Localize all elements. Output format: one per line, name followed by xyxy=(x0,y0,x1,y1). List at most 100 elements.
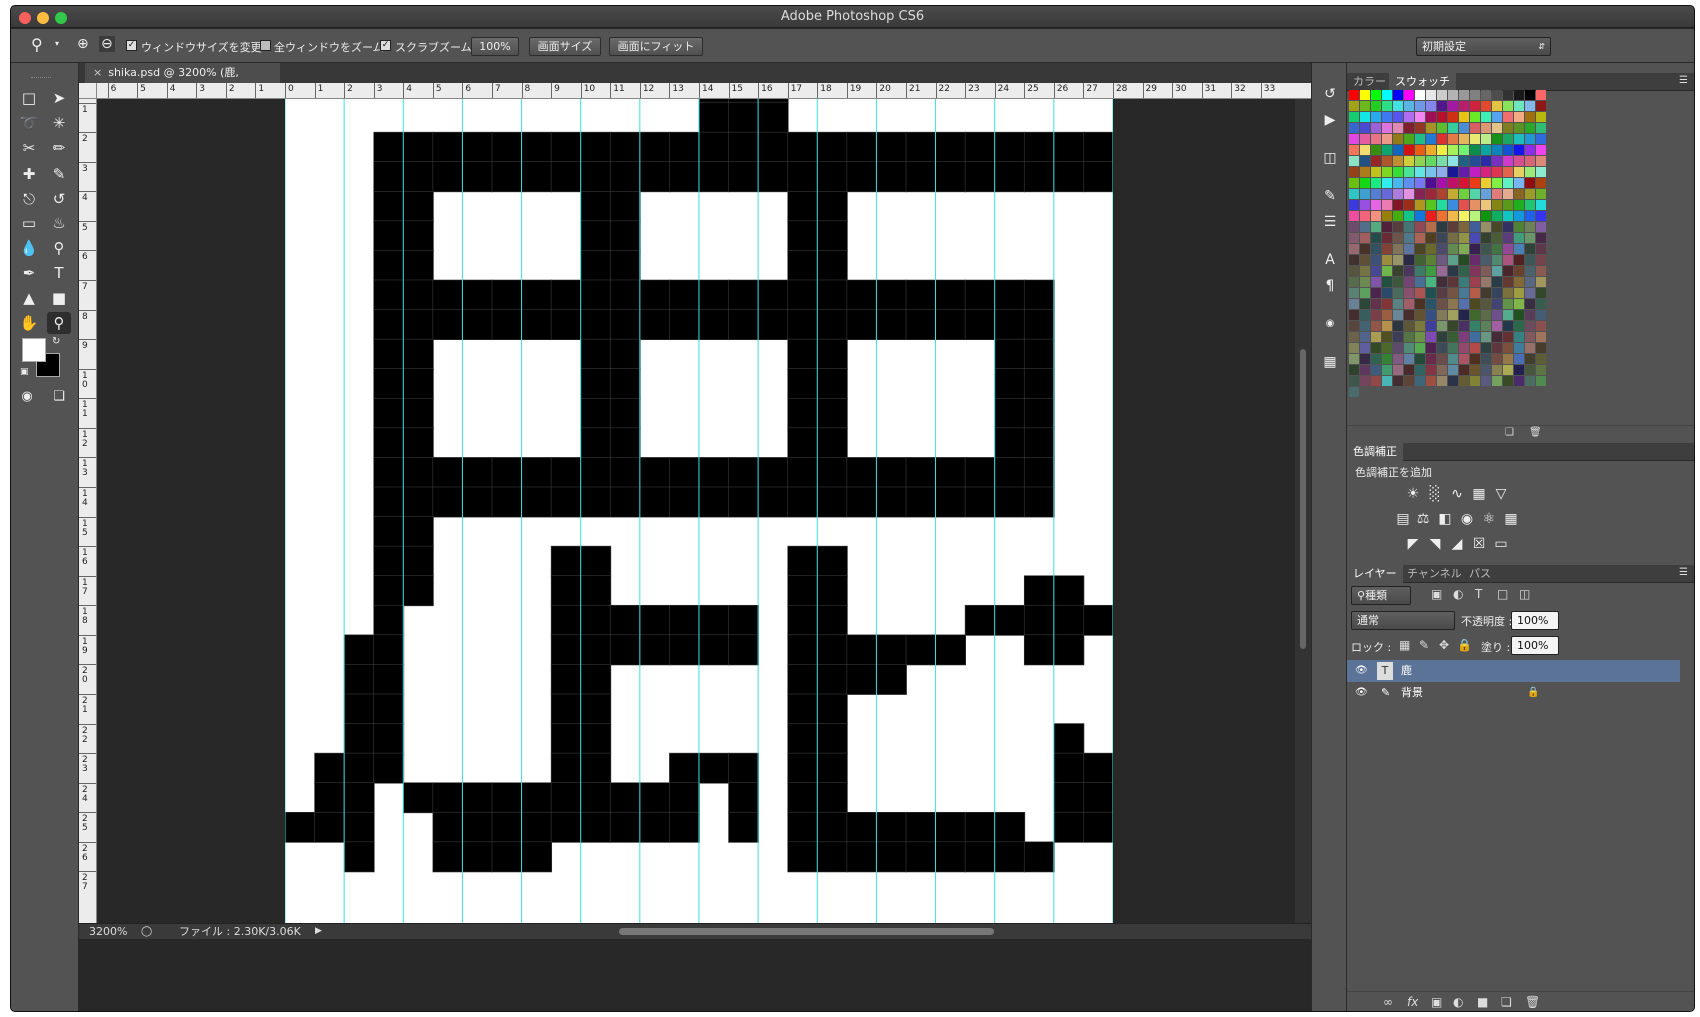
swatch[interactable] xyxy=(1404,244,1414,254)
swatch[interactable] xyxy=(1492,200,1502,210)
swatch[interactable] xyxy=(1437,167,1447,177)
paint-bucket-tool-icon[interactable]: ♨ xyxy=(47,212,71,234)
swatch[interactable] xyxy=(1349,244,1359,254)
swatch[interactable] xyxy=(1382,376,1392,386)
swatch[interactable] xyxy=(1360,277,1370,287)
swatch[interactable] xyxy=(1448,244,1458,254)
swatch[interactable] xyxy=(1470,233,1480,243)
swatch[interactable] xyxy=(1470,365,1480,375)
swatch[interactable] xyxy=(1514,288,1524,298)
swatch[interactable] xyxy=(1514,244,1524,254)
swatch[interactable] xyxy=(1382,145,1392,155)
swatch[interactable] xyxy=(1371,123,1381,133)
opacity-input[interactable]: 100% xyxy=(1511,611,1559,630)
new-swatch-icon[interactable]: ❏ xyxy=(1505,427,1514,438)
panel-grip[interactable] xyxy=(31,77,51,79)
swatch[interactable] xyxy=(1448,332,1458,342)
swatch[interactable] xyxy=(1382,277,1392,287)
swatch[interactable] xyxy=(1470,255,1480,265)
swatch[interactable] xyxy=(1349,156,1359,166)
history-panel-icon[interactable]: ↺ xyxy=(1317,83,1343,105)
filter-shape-icon[interactable]: □ xyxy=(1497,587,1508,601)
swatch[interactable] xyxy=(1349,266,1359,276)
swatch[interactable] xyxy=(1503,189,1513,199)
swatch[interactable] xyxy=(1448,222,1458,232)
swatch[interactable] xyxy=(1393,123,1403,133)
swatch[interactable] xyxy=(1481,255,1491,265)
swatch[interactable] xyxy=(1426,178,1436,188)
swatch[interactable] xyxy=(1371,321,1381,331)
swatch[interactable] xyxy=(1382,90,1392,100)
swatch[interactable] xyxy=(1470,343,1480,353)
hue-saturation-icon[interactable]: ▤ xyxy=(1393,510,1413,528)
gradient-map-icon[interactable]: ▭ xyxy=(1491,535,1511,553)
swatch[interactable] xyxy=(1448,365,1458,375)
swatch[interactable] xyxy=(1536,365,1546,375)
swatch[interactable] xyxy=(1448,376,1458,386)
swatch[interactable] xyxy=(1415,266,1425,276)
swatch[interactable] xyxy=(1481,222,1491,232)
swatch[interactable] xyxy=(1481,167,1491,177)
swatch[interactable] xyxy=(1360,145,1370,155)
swatch[interactable] xyxy=(1426,244,1436,254)
swatch[interactable] xyxy=(1525,233,1535,243)
swatch[interactable] xyxy=(1393,156,1403,166)
swatch[interactable] xyxy=(1382,299,1392,309)
swatch[interactable] xyxy=(1470,310,1480,320)
swatch[interactable] xyxy=(1470,112,1480,122)
swatch[interactable] xyxy=(1492,112,1502,122)
swatch[interactable] xyxy=(1481,123,1491,133)
swatch[interactable] xyxy=(1360,365,1370,375)
swatch[interactable] xyxy=(1426,354,1436,364)
swatch[interactable] xyxy=(1503,211,1513,221)
swatch[interactable] xyxy=(1371,189,1381,199)
swatch[interactable] xyxy=(1426,145,1436,155)
swatch[interactable] xyxy=(1349,134,1359,144)
pen-tool-icon[interactable]: ✒ xyxy=(17,262,41,284)
swatch[interactable] xyxy=(1536,167,1546,177)
swatch[interactable] xyxy=(1426,200,1436,210)
swatch[interactable] xyxy=(1459,200,1469,210)
swatch[interactable] xyxy=(1415,343,1425,353)
swatch[interactable] xyxy=(1503,167,1513,177)
magic-wand-tool-icon[interactable]: ✳ xyxy=(47,112,71,134)
swatch[interactable] xyxy=(1503,156,1513,166)
swatch[interactable] xyxy=(1371,365,1381,375)
tab-channels[interactable]: チャンネル xyxy=(1401,565,1468,583)
swatch[interactable] xyxy=(1492,376,1502,386)
swatch[interactable] xyxy=(1470,211,1480,221)
swatch[interactable] xyxy=(1404,299,1414,309)
swatch[interactable] xyxy=(1349,145,1359,155)
swatch[interactable] xyxy=(1492,354,1502,364)
swatch[interactable] xyxy=(1459,156,1469,166)
swatch[interactable] xyxy=(1448,255,1458,265)
swatch[interactable] xyxy=(1349,310,1359,320)
swatch[interactable] xyxy=(1481,189,1491,199)
tab-layers[interactable]: レイヤー xyxy=(1347,565,1403,583)
swatch[interactable] xyxy=(1536,255,1546,265)
swatch[interactable] xyxy=(1382,167,1392,177)
swatch[interactable] xyxy=(1404,266,1414,276)
swatch[interactable] xyxy=(1470,134,1480,144)
swatch[interactable] xyxy=(1481,233,1491,243)
swatch[interactable] xyxy=(1404,145,1414,155)
chevron-down-icon[interactable]: ▾ xyxy=(55,39,59,48)
swatch[interactable] xyxy=(1382,200,1392,210)
swatch[interactable] xyxy=(1426,211,1436,221)
swatch[interactable] xyxy=(1415,277,1425,287)
swatch[interactable] xyxy=(1514,189,1524,199)
swatch[interactable] xyxy=(1459,123,1469,133)
zoom-out-icon[interactable]: ⊖ xyxy=(99,36,115,52)
zoom-all-checkbox[interactable] xyxy=(260,40,271,51)
swatch[interactable] xyxy=(1525,134,1535,144)
swatch[interactable] xyxy=(1393,332,1403,342)
swatch[interactable] xyxy=(1448,178,1458,188)
add-mask-icon[interactable]: ▣ xyxy=(1431,995,1442,1009)
swatch[interactable] xyxy=(1349,332,1359,342)
swatch[interactable] xyxy=(1426,288,1436,298)
swatch[interactable] xyxy=(1481,343,1491,353)
swatch[interactable] xyxy=(1404,277,1414,287)
swatch[interactable] xyxy=(1437,189,1447,199)
swatch[interactable] xyxy=(1371,167,1381,177)
swatch[interactable] xyxy=(1437,145,1447,155)
